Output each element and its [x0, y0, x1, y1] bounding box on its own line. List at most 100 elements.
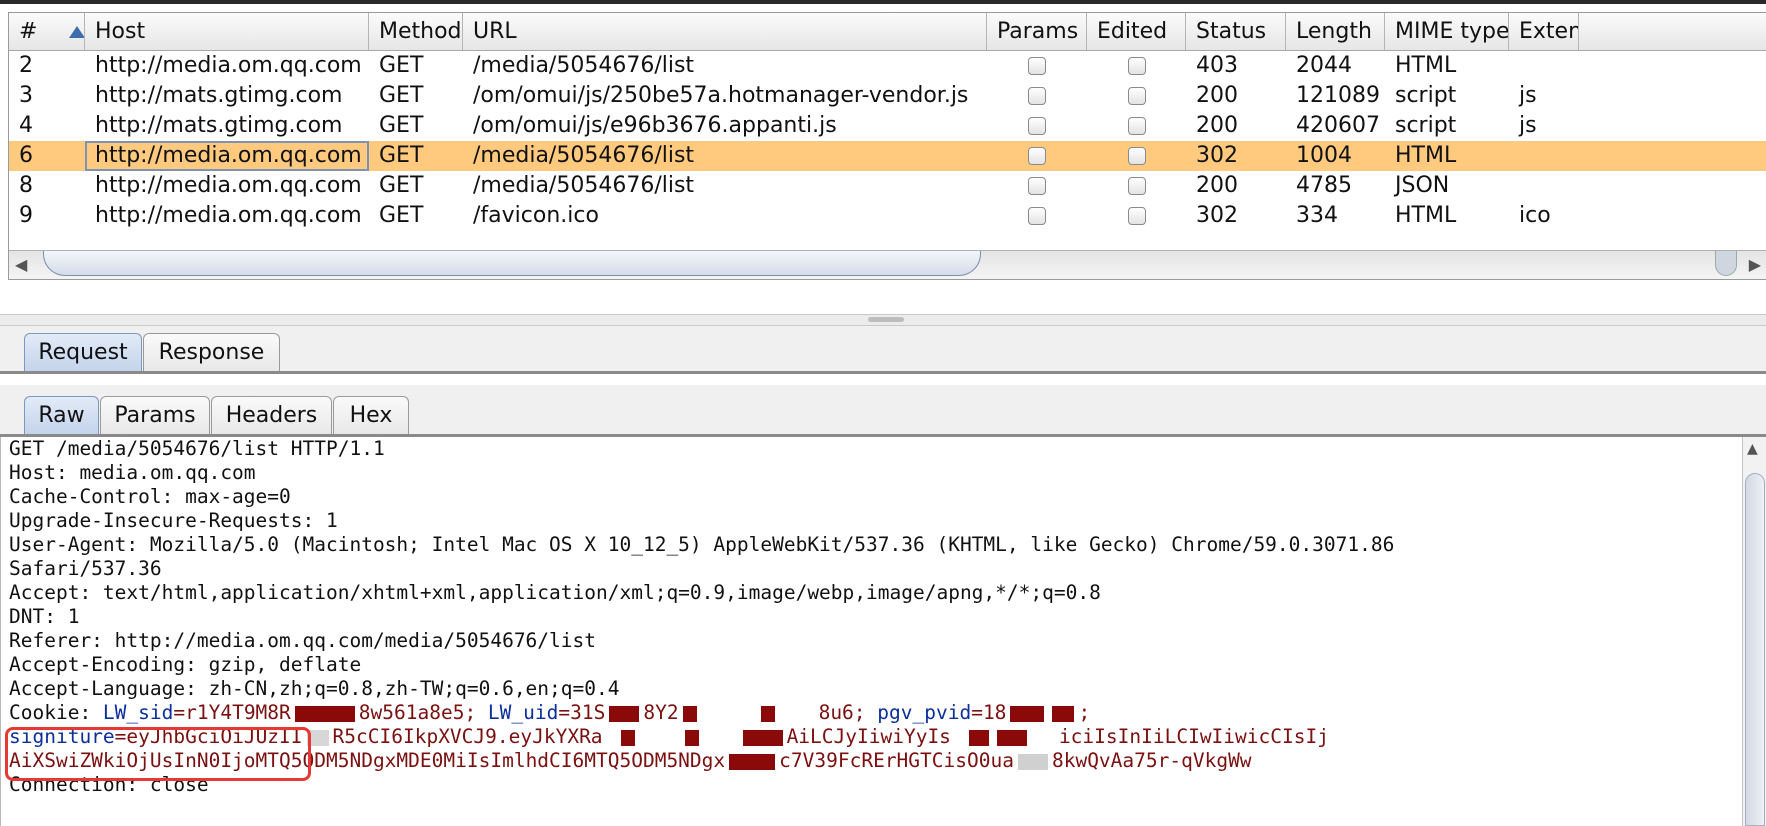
message-tabs: Request Response [0, 326, 1766, 374]
cell-length: 334 [1296, 203, 1338, 228]
redaction-mark [682, 705, 697, 722]
raw-request-editor[interactable]: GET /media/5054676/list HTTP/1.1 Host: m… [0, 437, 1743, 826]
cell-mime-type: HTML [1395, 203, 1457, 228]
params-checkbox[interactable] [1028, 117, 1046, 135]
cell-status: 302 [1196, 143, 1238, 168]
cell-url: /media/5054676/list [473, 53, 695, 78]
pane-splitter[interactable] [0, 314, 1766, 326]
cell-mime-type: HTML [1395, 53, 1457, 78]
edited-checkbox[interactable] [1127, 117, 1146, 135]
column-header-params[interactable]: Params [987, 13, 1087, 50]
cell-edited [1087, 111, 1186, 141]
tab-hex[interactable]: Hex [333, 396, 409, 434]
view-tabs: Raw Params Headers Hex [0, 385, 1766, 437]
vertical-scrollbar[interactable]: ▲ [1742, 437, 1766, 826]
edited-checkbox[interactable] [1127, 207, 1146, 225]
header-host: Host: media.om.qq.com [9, 461, 256, 484]
column-header-label: MIME type [1395, 19, 1509, 44]
cookie-label: Cookie: [9, 701, 103, 724]
column-header-mime-type[interactable]: MIME type [1385, 13, 1509, 50]
column-header-length[interactable]: Length [1286, 13, 1385, 50]
signiture-value: AiLCJyIiwiYyIs [786, 725, 951, 748]
column-header-status[interactable]: Status [1186, 13, 1286, 50]
tab-request[interactable]: Request [24, 333, 142, 371]
table-row[interactable]: 6 http://media.om.qq.com GET/media/5054676… [9, 141, 1766, 171]
table-row[interactable]: 4 http://mats.gtimg.com GET/om/omui/js/e96… [9, 111, 1766, 141]
signiture-value: R5cCI6IkpXVCJ9.eyJkYXRa [332, 725, 603, 748]
cookie-value: =18 [971, 701, 1007, 724]
column-header-label: Edited [1097, 19, 1168, 44]
redaction-mark [1017, 753, 1048, 770]
horizontal-scrollbar[interactable]: ◀ ▶ [9, 250, 1766, 279]
column-header-method[interactable]: Method [369, 13, 463, 50]
request-line: GET /media/5054676/list HTTP/1.1 [9, 437, 385, 460]
signiture-value: c7V39FcRErHGTCisO0ua [779, 749, 1014, 772]
cell-number: 4 [19, 113, 33, 138]
cell-url: /media/5054676/list [473, 143, 695, 168]
table-row[interactable]: 3 http://mats.gtimg.com GET/om/omui/js/250… [9, 81, 1766, 111]
cookie-value: =r1Y4T9M8R [173, 701, 291, 724]
horizontal-scroll-thumb[interactable] [43, 251, 981, 276]
column-header-label: Host [95, 19, 146, 44]
edited-checkbox[interactable] [1127, 177, 1146, 195]
header-user-agent: User-Agent: Mozilla/5.0 (Macintosh; Inte… [9, 533, 1395, 556]
params-checkbox[interactable] [1028, 147, 1046, 165]
tab-raw[interactable]: Raw [24, 396, 99, 434]
params-checkbox[interactable] [1028, 177, 1046, 195]
column-header-url[interactable]: URL [463, 13, 987, 50]
cookie-value: 8u6; [818, 701, 878, 724]
table-row[interactable]: 8 http://media.om.qq.com GET/media/5054676… [9, 171, 1766, 201]
cell-number: 8 [19, 173, 33, 198]
table-row[interactable]: 9 http://media.om.qq.com GET/favicon.ico 30… [9, 201, 1766, 231]
cell-extension [1509, 51, 1579, 81]
cell-edited [1087, 141, 1186, 171]
params-checkbox[interactable] [1028, 87, 1046, 105]
cookie-value: 8w561a8e5; [358, 701, 488, 724]
cell-host: http://media.om.qq.com [85, 141, 369, 171]
tab-headers[interactable]: Headers [211, 396, 332, 434]
column-header-number[interactable]: # [9, 13, 85, 50]
column-header-extension[interactable]: Exten [1509, 13, 1579, 50]
column-header-edited[interactable]: Edited [1087, 13, 1186, 50]
edited-checkbox[interactable] [1127, 87, 1146, 105]
redaction-mark [968, 729, 989, 746]
cookie-key-lw-uid: LW_uid [487, 701, 559, 724]
cell-status: 302 [1196, 203, 1238, 228]
cookie-value: 8Y2 [643, 701, 679, 724]
scroll-left-arrow-icon[interactable]: ◀ [15, 255, 27, 274]
column-header-label: Exten [1519, 19, 1579, 44]
params-checkbox[interactable] [1028, 57, 1046, 75]
edited-checkbox[interactable] [1127, 57, 1146, 75]
splitter-grip-icon[interactable] [868, 317, 904, 322]
redaction-mark [760, 705, 775, 722]
scroll-right-arrow-icon[interactable]: ▶ [1749, 255, 1761, 274]
header-accept-encoding: Accept-Encoding: gzip, deflate [9, 653, 362, 676]
signiture-value: 8kwQvAa75r-qVkgWw [1051, 749, 1252, 772]
scroll-up-arrow-icon[interactable]: ▲ [1747, 441, 1758, 457]
edited-checkbox[interactable] [1127, 147, 1146, 165]
cell-url: /favicon.ico [473, 203, 599, 228]
column-header-label: URL [473, 19, 517, 44]
cell-url: /media/5054676/list [473, 173, 695, 198]
cookie-key-pgv-pvid: pgv_pvid [877, 701, 972, 724]
column-header-host[interactable]: Host [85, 13, 369, 50]
vertical-scroll-thumb[interactable] [1745, 473, 1765, 826]
redaction-mark [609, 705, 640, 722]
params-checkbox[interactable] [1028, 207, 1046, 225]
table-header: # Host Method URL Params Edited Status Length MI… [9, 13, 1766, 51]
column-header-label: Params [997, 19, 1079, 44]
signiture-value: MTQ5ODM5NDgxMDE0MiIsImlhdCI6MTQ5ODM5NDgx [255, 749, 726, 772]
cell-number: 3 [19, 83, 33, 108]
cell-params [987, 111, 1087, 141]
tab-response[interactable]: Response [143, 333, 280, 371]
cell-params [987, 51, 1087, 81]
table-row[interactable]: 2 http://media.om.qq.com GET/media/5054676… [9, 51, 1766, 81]
cell-extension: ico [1519, 203, 1551, 228]
proxy-history-table[interactable]: # Host Method URL Params Edited Status Length MI… [8, 12, 1766, 280]
redaction-mark [742, 729, 783, 746]
cell-extension: js [1519, 83, 1537, 108]
tab-params[interactable]: Params [100, 396, 210, 434]
sort-ascending-icon[interactable] [69, 26, 84, 38]
tab-baseline [0, 371, 1766, 374]
header-accept: Accept: text/html,application/xhtml+xml,… [9, 581, 1101, 604]
